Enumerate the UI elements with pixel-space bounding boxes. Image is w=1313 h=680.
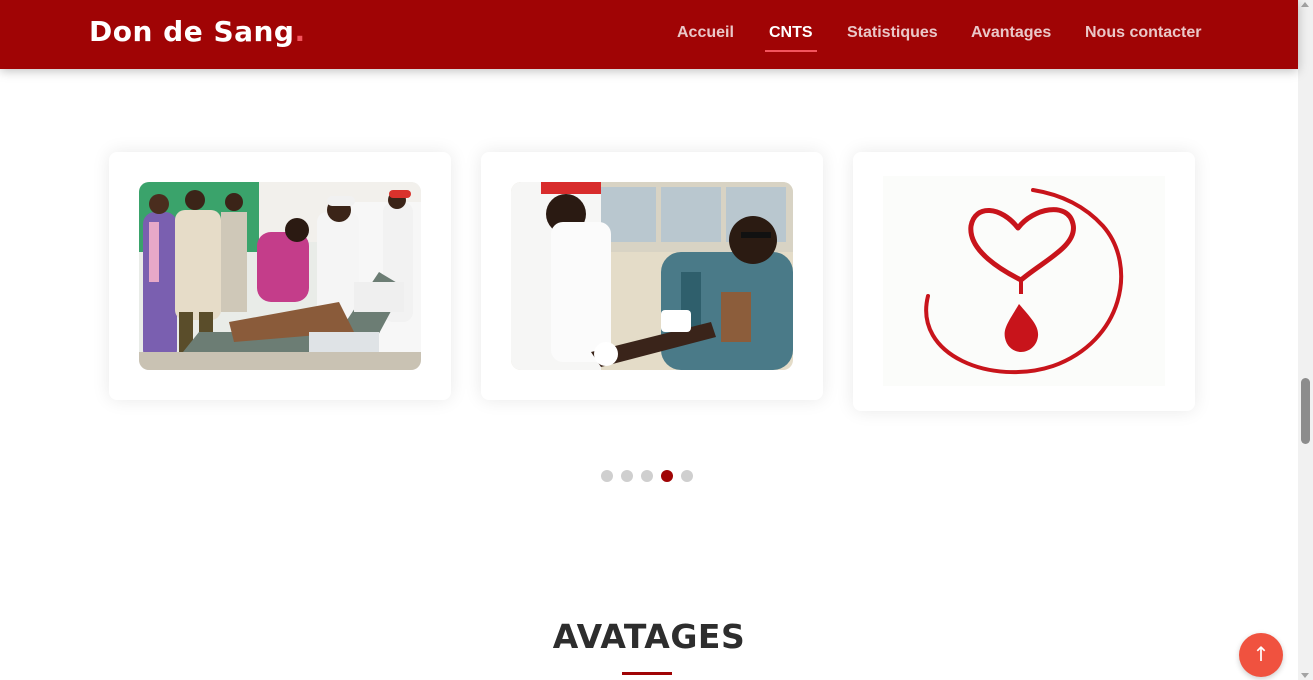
site-header: Don de Sang. Accueil CNTS Statistiques A…: [0, 0, 1298, 69]
blood-drop-logo: [883, 176, 1165, 386]
carousel-card-1[interactable]: [109, 152, 451, 400]
page-scrollbar[interactable]: [1298, 0, 1313, 680]
carousel-dot-1[interactable]: [601, 470, 613, 482]
site-logo[interactable]: Don de Sang.: [89, 15, 306, 48]
nav-item-statistiques[interactable]: Statistiques: [847, 24, 938, 42]
carousel-dot-3[interactable]: [641, 470, 653, 482]
logo-dot: .: [294, 15, 306, 48]
nav-item-cnts[interactable]: CNTS: [765, 24, 817, 52]
carousel-dot-4[interactable]: [661, 470, 673, 482]
blood-donor-photo: [511, 182, 793, 370]
nav-item-avantages[interactable]: Avantages: [971, 24, 1051, 42]
logo-text: Don de Sang: [89, 15, 295, 48]
scroll-down-arrow-icon[interactable]: [1301, 673, 1309, 678]
back-to-top-button[interactable]: ↑: [1239, 633, 1283, 677]
section-title: AVATAGES: [552, 617, 746, 656]
scrollbar-thumb[interactable]: [1301, 378, 1310, 444]
carousel-card-3[interactable]: [853, 152, 1195, 411]
section-title-underline: [622, 672, 672, 675]
carousel-card-2[interactable]: [481, 152, 823, 400]
nav-item-nous-contacter[interactable]: Nous contacter: [1085, 24, 1201, 42]
carousel-dot-2[interactable]: [621, 470, 633, 482]
arrow-up-icon: ↑: [1252, 642, 1270, 666]
carousel-dot-5[interactable]: [681, 470, 693, 482]
nav-item-accueil[interactable]: Accueil: [677, 24, 734, 42]
donation-event-photo: [139, 182, 421, 370]
scroll-up-arrow-icon[interactable]: [1301, 2, 1309, 7]
